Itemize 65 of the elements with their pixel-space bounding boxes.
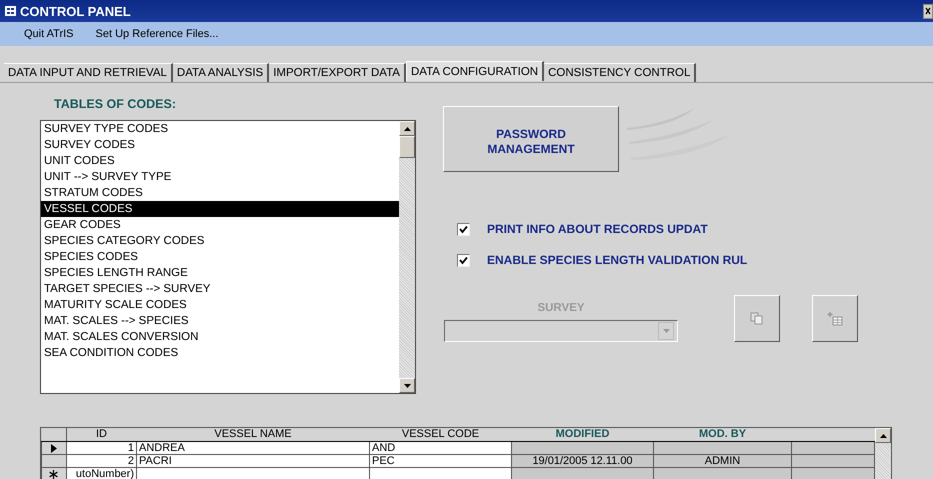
list-item[interactable]: UNIT CODES	[41, 153, 399, 169]
tab[interactable]: IMPORT/EXPORT DATA	[269, 63, 406, 82]
menu-item[interactable]: Quit ATrIS	[24, 28, 74, 40]
list-item[interactable]: SPECIES LENGTH RANGE	[41, 265, 399, 281]
column-header: MOD. BY	[654, 428, 792, 442]
menu-item[interactable]: Set Up Reference Files...	[96, 28, 218, 40]
option-label: PRINT INFO ABOUT RECORDS UPDAT	[487, 222, 708, 236]
checkbox[interactable]	[457, 254, 470, 266]
row-selector[interactable]	[42, 442, 66, 454]
tab[interactable]: CONSISTENCY CONTROL	[544, 63, 696, 82]
table-cell: 19/01/2005 12.11.00	[512, 454, 654, 468]
list-item[interactable]: SEA CONDITION CODES	[41, 345, 399, 361]
grid-scrollbar[interactable]	[875, 428, 891, 479]
checkbox[interactable]	[457, 222, 470, 236]
column-header: VESSEL CODE	[370, 428, 512, 442]
add-table-button[interactable]	[812, 295, 858, 342]
table-cell: AND	[370, 442, 512, 454]
list-item[interactable]: SURVEY TYPE CODES	[41, 121, 399, 137]
list-item[interactable]: MAT. SCALES --> SPECIES	[41, 313, 399, 329]
table-cell: 2	[66, 454, 136, 468]
column-header: ID	[66, 428, 136, 442]
option-label: ENABLE SPECIES LENGTH VALIDATION RUL	[487, 253, 748, 267]
close-button[interactable]	[923, 4, 933, 18]
tab[interactable]: DATA ANALYSIS	[172, 63, 270, 82]
table-cell: ANDREA	[136, 442, 370, 454]
scrollbar[interactable]	[399, 121, 415, 393]
list-item[interactable]: SPECIES CATEGORY CODES	[41, 233, 399, 249]
list-item[interactable]: UNIT --> SURVEY TYPE	[41, 169, 399, 185]
table-cell: PEC	[370, 454, 512, 468]
up-arrow-icon	[404, 126, 410, 130]
window-title: CONTROL PANEL	[20, 4, 132, 18]
dropdown-arrow-icon	[662, 329, 670, 333]
grid-corner[interactable]	[42, 428, 66, 442]
list-item[interactable]: TARGET SPECIES --> SURVEY	[41, 281, 399, 297]
tables-list[interactable]	[40, 120, 416, 394]
copy-icon	[750, 312, 764, 325]
column-header: MODIFIED	[512, 428, 654, 442]
down-arrow-icon	[404, 384, 410, 388]
table-cell: 1	[66, 442, 136, 454]
new-row-icon	[49, 470, 58, 478]
tab[interactable]: DATA CONFIGURATION	[406, 61, 544, 81]
list-item[interactable]: STRATUM CODES	[41, 185, 399, 201]
tab[interactable]: DATA INPUT AND RETRIEVAL	[4, 63, 173, 82]
list-item[interactable]: SPECIES CODES	[41, 249, 399, 265]
up-arrow-icon	[880, 434, 886, 438]
list-item[interactable]: MAT. SCALES CONVERSION	[41, 329, 399, 345]
list-item[interactable]: GEAR CODES	[41, 217, 399, 233]
column-header: VESSEL NAME	[136, 428, 370, 442]
row-selector[interactable]	[42, 468, 66, 479]
scroll-thumb[interactable]	[399, 136, 415, 158]
window-icon	[5, 6, 16, 16]
current-row-icon	[50, 444, 57, 452]
table-cell: ADMIN	[654, 454, 792, 468]
table-cell: PACRI	[136, 454, 370, 468]
survey-label: SURVEY	[537, 302, 585, 314]
close-icon	[925, 7, 931, 15]
add-table-icon	[827, 311, 843, 326]
section-heading: TABLES OF CODES:	[54, 97, 177, 111]
copy-button[interactable]	[734, 295, 780, 342]
password-management-button[interactable]: PASSWORD MANAGEMENT	[443, 106, 619, 172]
table-cell: utoNumber)	[66, 468, 136, 479]
list-item[interactable]: SURVEY CODES	[41, 137, 399, 153]
list-item[interactable]: VESSEL CODES	[41, 201, 399, 217]
survey-dropdown[interactable]	[444, 320, 678, 342]
list-item[interactable]: MATURITY SCALE CODES	[41, 297, 399, 313]
